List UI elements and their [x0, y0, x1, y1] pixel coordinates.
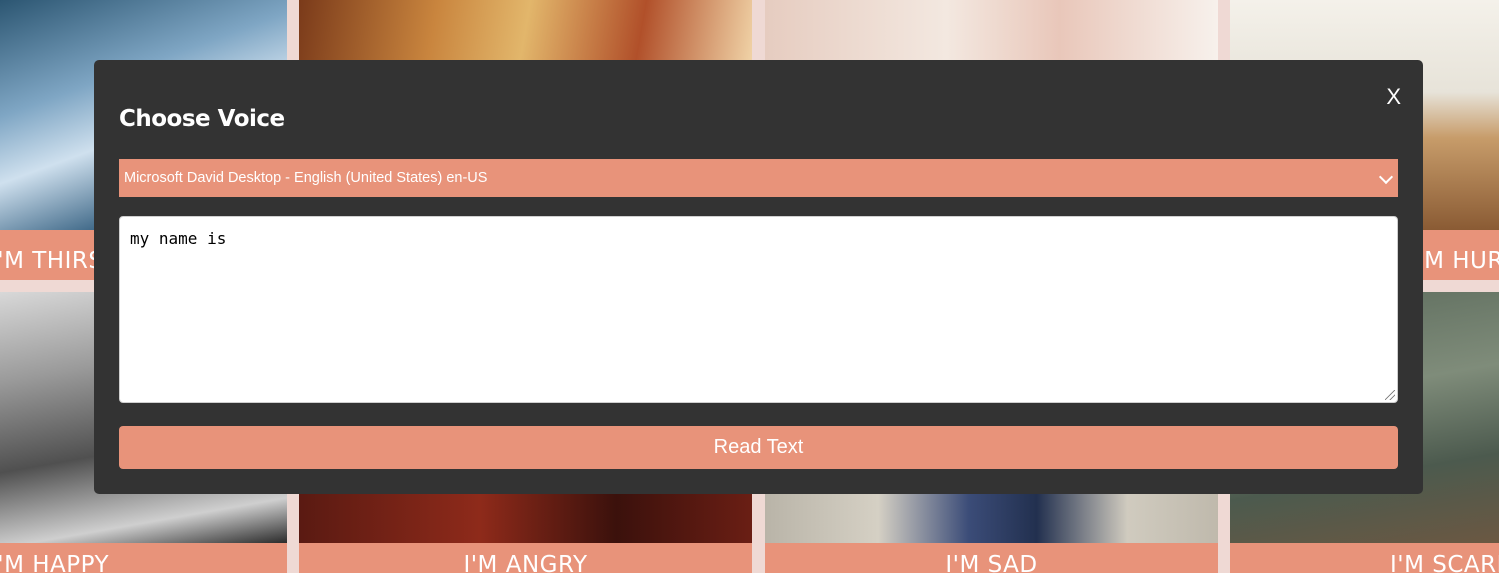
choose-voice-modal: Choose Voice X Microsoft David Desktop -… [94, 60, 1423, 494]
card-hungry[interactable] [299, 0, 752, 60]
card-image [765, 0, 1218, 60]
close-button[interactable]: X [1386, 84, 1401, 110]
modal-title: Choose Voice [119, 106, 285, 132]
card-image [765, 494, 1218, 543]
card-label: I'M SCARED [1230, 543, 1499, 573]
card-label: I'M HAPPY [0, 543, 287, 573]
voice-select-value: Microsoft David Desktop - English (Unite… [124, 170, 488, 186]
chevron-down-icon [1378, 169, 1394, 185]
card-angry[interactable]: I'M ANGRY [299, 494, 752, 573]
card-label: I'M ANGRY [299, 543, 752, 573]
card-sad[interactable]: I'M SAD [765, 494, 1218, 573]
card-label: I'M SAD [765, 543, 1218, 573]
text-input[interactable]: my name is [119, 216, 1398, 403]
card-image [299, 494, 752, 543]
card-image [299, 0, 752, 60]
card-tired[interactable] [765, 0, 1218, 60]
voice-select[interactable]: Microsoft David Desktop - English (Unite… [119, 159, 1398, 197]
text-input-value: my name is [130, 229, 227, 248]
read-text-button[interactable]: Read Text [119, 426, 1398, 469]
resize-handle-icon[interactable] [1385, 390, 1395, 400]
